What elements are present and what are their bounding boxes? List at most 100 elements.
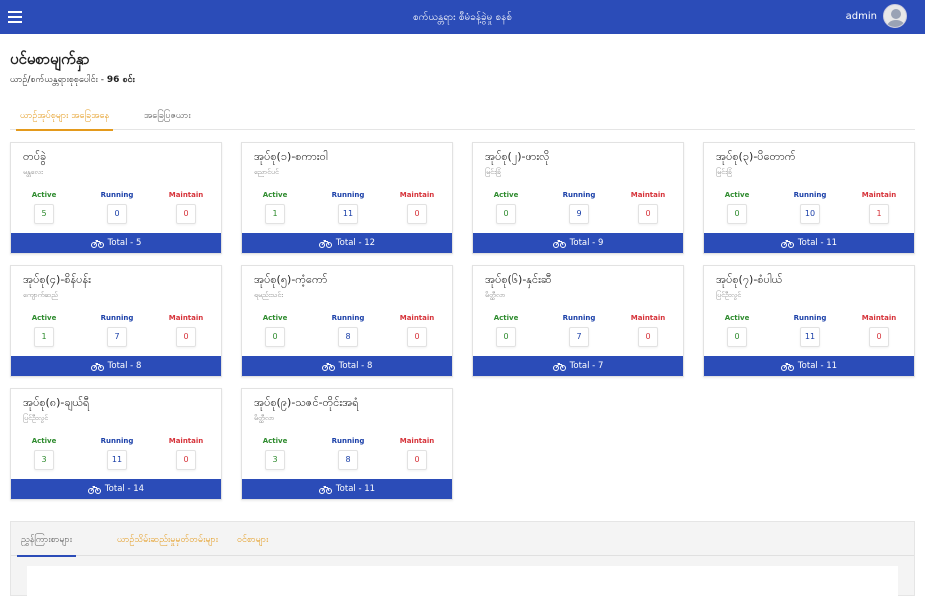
- group-card[interactable]: အုပ်စု(၁)-စကားဝါ ညောင်ပင် Active 1 Running 11…: [241, 142, 453, 254]
- group-location: မြင်းခြံ: [716, 168, 732, 176]
- stat-active: Active 0: [707, 314, 767, 347]
- user-menu[interactable]: admin: [846, 4, 907, 28]
- stat-maintain: Maintain 0: [387, 191, 447, 224]
- group-name: အုပ်စု(၆)-နှင်းဆီ: [485, 273, 552, 286]
- stat-active-count: 0: [727, 204, 747, 224]
- card-total: Total - 8: [107, 361, 142, 371]
- group-name: အုပ်စု(၉)-သဇင်-တိုင်းအရံ: [254, 396, 359, 409]
- vehicle-total-label: ယာဉ်/စက်ယန္တရားစုစုပေါင်း -: [10, 75, 107, 85]
- group-card[interactable]: တပ်ခွဲ မန္တလေး Active 5 Running 0 Maintain 0 Tot…: [10, 142, 222, 254]
- stat-running: Running 8: [318, 437, 378, 470]
- stat-active-count: 0: [265, 327, 285, 347]
- stat-maintain: Maintain 0: [618, 314, 678, 347]
- stat-maintain: Maintain 0: [387, 437, 447, 470]
- stat-running-count: 0: [107, 204, 127, 224]
- card-total-bar[interactable]: Total - 11: [242, 479, 452, 499]
- stat-active: Active 0: [707, 191, 767, 224]
- group-location: မိတ္ထီလာ: [485, 291, 506, 299]
- stat-running-count: 11: [107, 450, 127, 470]
- group-card[interactable]: အုပ်စု(၈)-ချယ်ရီ ပြင်ဦးလွင် Active 3 Running…: [10, 388, 222, 500]
- stat-active: Active 1: [245, 191, 305, 224]
- bottom-panel: ညွှန်ကြားစာများ ယာဉ်သိမ်းဆည်းမှုမှတ်တမ်း…: [10, 521, 915, 606]
- stat-active-label: Active: [31, 314, 57, 322]
- card-total-bar[interactable]: Total - 11: [704, 233, 914, 253]
- stat-maintain-label: Maintain: [399, 314, 435, 322]
- stat-running-label: Running: [331, 437, 365, 445]
- stat-maintain-label: Maintain: [861, 314, 897, 322]
- tab-instructions[interactable]: ညွှန်ကြားစာများ: [17, 534, 76, 557]
- tab-vehicle-storage-records[interactable]: ယာဉ်သိမ်းဆည်းမှုမှတ်တမ်းများ: [117, 534, 218, 547]
- stat-maintain-label: Maintain: [399, 437, 435, 445]
- group-name: အုပ်စု(၃)-ပိတောက်: [716, 150, 796, 163]
- card-total-bar[interactable]: Total - 5: [11, 233, 221, 253]
- tab-incoming-letters[interactable]: ဝင်စာများ: [237, 534, 268, 547]
- stat-running-count: 9: [569, 204, 589, 224]
- stat-running: Running 11: [780, 314, 840, 347]
- stat-maintain: Maintain 0: [849, 314, 909, 347]
- stat-active-count: 5: [34, 204, 54, 224]
- group-card[interactable]: အုပ်စု(၅)-ကံ့ကော် ရမည်းသင်း Active 0 Running…: [241, 265, 453, 377]
- group-card[interactable]: အုပ်စု(၃)-ပိတောက် မြင်းခြံ Active 0 Running 1…: [703, 142, 915, 254]
- tab-group-status[interactable]: ယာဉ်အုပ်စုများ အခြေအနေ: [15, 110, 114, 131]
- stat-active: Active 3: [14, 437, 74, 470]
- group-card[interactable]: အုပ်စု(၆)-နှင်းဆီ မိတ္ထီလာ Active 0 Running 7…: [472, 265, 684, 377]
- motorbike-icon: [321, 362, 335, 371]
- stat-maintain-label: Maintain: [168, 437, 204, 445]
- stat-active-count: 1: [34, 327, 54, 347]
- motorbike-icon: [87, 485, 101, 494]
- group-location: ကျောက်ဆည်: [23, 291, 59, 299]
- stat-maintain: Maintain 0: [156, 437, 216, 470]
- stat-maintain-count: 0: [638, 327, 658, 347]
- stat-active-count: 0: [727, 327, 747, 347]
- page-title: ပင်မစာမျက်နှာ: [10, 50, 90, 68]
- stat-running: Running 11: [87, 437, 147, 470]
- card-total: Total - 11: [335, 484, 376, 494]
- status-tabs: ယာဉ်အုပ်စုများ အခြေအနေ အခြေပြဇယား: [10, 104, 915, 131]
- group-card[interactable]: အုပ်စု(၉)-သဇင်-တိုင်းအရံ မိတ္ထီလာ Active 3 R…: [241, 388, 453, 500]
- motorbike-icon: [90, 362, 104, 371]
- stat-active: Active 0: [476, 314, 536, 347]
- stat-running-count: 8: [338, 327, 358, 347]
- stat-active-label: Active: [262, 437, 288, 445]
- card-total-bar[interactable]: Total - 11: [704, 356, 914, 376]
- stat-maintain-label: Maintain: [399, 191, 435, 199]
- card-total: Total - 11: [797, 238, 838, 248]
- card-total-bar[interactable]: Total - 14: [11, 479, 221, 499]
- vehicle-total-summary: ယာဉ်/စက်ယန္တရားစုစုပေါင်း - 96 စင်း: [10, 74, 135, 87]
- user-avatar-icon[interactable]: [883, 4, 907, 28]
- stat-active-label: Active: [31, 437, 57, 445]
- group-name: အုပ်စု(၁)-စကားဝါ: [254, 150, 328, 163]
- stat-active-label: Active: [31, 191, 57, 199]
- stat-active-label: Active: [724, 314, 750, 322]
- group-card[interactable]: အုပ်စု(၄)-စိန်ပန်း ကျောက်ဆည် Active 1 Runnin…: [10, 265, 222, 377]
- group-card[interactable]: အုပ်စု(၂)-ဖားလို မြင်းခြံ Active 0 Running 9 M…: [472, 142, 684, 254]
- stat-running-label: Running: [100, 191, 134, 199]
- stat-running-count: 10: [800, 204, 820, 224]
- stat-maintain-count: 1: [869, 204, 889, 224]
- stat-maintain-count: 0: [638, 204, 658, 224]
- stat-maintain-label: Maintain: [861, 191, 897, 199]
- card-total-bar[interactable]: Total - 12: [242, 233, 452, 253]
- username[interactable]: admin: [846, 11, 877, 22]
- card-total: Total - 5: [107, 238, 142, 248]
- stat-maintain: Maintain 0: [618, 191, 678, 224]
- card-total: Total - 9: [569, 238, 604, 248]
- group-location: ပြင်ဦးလွင်: [23, 414, 49, 422]
- motorbike-icon: [780, 362, 794, 371]
- group-name: အုပ်စု(၄)-စိန်ပန်း: [23, 273, 91, 286]
- group-location: မြင်းခြံ: [485, 168, 501, 176]
- tab-status-table[interactable]: အခြေပြဇယား: [144, 110, 191, 123]
- stat-maintain-count: 0: [176, 450, 196, 470]
- stat-running: Running 9: [549, 191, 609, 224]
- card-total: Total - 12: [335, 238, 376, 248]
- card-total-bar[interactable]: Total - 7: [473, 356, 683, 376]
- stat-running-label: Running: [562, 191, 596, 199]
- card-total-bar[interactable]: Total - 8: [242, 356, 452, 376]
- stat-running: Running 8: [318, 314, 378, 347]
- card-total-bar[interactable]: Total - 8: [11, 356, 221, 376]
- stat-active-count: 1: [265, 204, 285, 224]
- card-total-bar[interactable]: Total - 9: [473, 233, 683, 253]
- group-card[interactable]: အုပ်စု(၇)-စံပါယ် ပြင်ဦးလွင် Active 0 Running…: [703, 265, 915, 377]
- stat-maintain-label: Maintain: [630, 191, 666, 199]
- stat-maintain-label: Maintain: [630, 314, 666, 322]
